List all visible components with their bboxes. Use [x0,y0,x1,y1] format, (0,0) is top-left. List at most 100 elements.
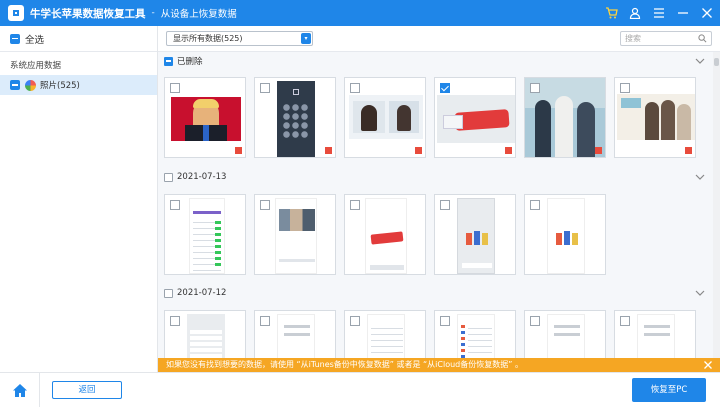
scrollbar-thumb[interactable] [714,58,719,66]
chevron-down-icon[interactable] [695,172,705,182]
search-input[interactable]: 搜索 [620,31,712,46]
search-icon[interactable] [698,34,707,43]
photo-tile[interactable] [254,310,336,358]
tile-checkbox[interactable] [530,83,540,93]
deleted-badge-icon [325,147,332,154]
deleted-badge-icon [595,147,602,154]
chevron-down-icon[interactable] [695,288,705,298]
search-placeholder: 搜索 [625,34,641,43]
filter-value: 显示所有数据(525) [173,34,243,43]
tile-checkbox[interactable] [350,316,360,326]
photo-tile[interactable] [254,77,336,158]
tile-checkbox[interactable] [170,316,180,326]
group-header-2021-07-12[interactable]: 2021-07-12 [164,285,226,301]
partial-check-icon[interactable] [10,80,20,90]
tile-checkbox[interactable] [260,316,270,326]
group-label: 2021-07-12 [177,288,227,298]
photo-thumbnail [547,314,585,358]
photo-thumbnail [547,198,585,274]
vertical-scrollbar[interactable] [713,52,720,358]
photo-thumbnail [367,314,405,358]
tile-checkbox[interactable] [530,316,540,326]
deleted-badge-icon [235,147,242,154]
close-icon[interactable] [700,6,714,20]
photo-tile[interactable] [524,194,606,275]
tile-checkbox[interactable] [170,83,180,93]
window-subtitle: 从设备上恢复数据 [160,9,237,20]
menu-icon[interactable] [652,6,666,20]
photo-thumbnail [617,94,695,140]
tile-checkbox[interactable] [620,83,630,93]
photo-tile[interactable] [524,310,606,358]
deleted-badge-icon [685,147,692,154]
photo-tile[interactable] [614,77,696,158]
group-label: 2021-07-13 [177,172,227,182]
tile-checkbox[interactable] [350,200,360,210]
group-checkbox[interactable] [164,288,173,298]
footer: 返回 恢复至PC [0,372,720,407]
tile-checkbox[interactable] [350,83,360,93]
photo-tile[interactable] [434,77,516,158]
chevron-down-icon[interactable] [695,56,705,66]
photo-tile[interactable] [344,310,426,358]
notice-bar: 如果您没有找到想要的数据，请使用 “从iTunes备份中恢复数据” 或者是 “从… [158,358,720,372]
title-separator: - [151,8,155,18]
group-checkbox[interactable] [164,56,173,66]
sidebar-item-photos[interactable]: 照片(525) [0,75,157,95]
cart-icon[interactable] [604,6,618,20]
sidebar-section-title: 系统应用数据 [10,61,62,71]
photo-tile[interactable] [344,194,426,275]
sidebar-item-label: 照片(525) [40,81,80,91]
photo-thumbnail [171,97,241,141]
photo-tile[interactable] [434,310,516,358]
group-checkbox[interactable] [164,172,173,182]
deleted-badge-icon [505,147,512,154]
photo-tile[interactable] [344,77,426,158]
tile-checkbox[interactable] [440,200,450,210]
group-header-deleted[interactable]: 已删除 [164,53,203,69]
tile-checkbox[interactable] [440,316,450,326]
close-icon[interactable] [703,360,713,370]
recover-to-pc-button[interactable]: 恢复至PC [632,378,706,402]
photo-tile[interactable] [164,77,246,158]
group-header-2021-07-13[interactable]: 2021-07-13 [164,169,226,185]
dropdown-arrow-icon[interactable]: ▾ [301,33,311,44]
tile-checkbox[interactable] [620,316,630,326]
tile-checkbox[interactable] [260,83,270,93]
tile-checkbox[interactable] [260,200,270,210]
home-button[interactable] [0,373,40,407]
content-toolbar: 显示所有数据(525) ▾ 搜索 [158,26,720,52]
photo-tile[interactable] [434,194,516,275]
photo-thumbnail [187,314,225,358]
title-bar: 牛学长苹果数据恢复工具 - 从设备上恢复数据 [0,0,720,26]
photo-thumbnail [275,198,317,274]
back-button[interactable]: 返回 [52,381,122,399]
photo-tile[interactable] [524,77,606,158]
photo-tile[interactable] [164,194,246,275]
home-icon[interactable] [12,383,28,398]
photo-tile[interactable] [614,310,696,358]
deleted-badge-icon [415,147,422,154]
minimize-icon[interactable] [676,6,690,20]
photo-tile[interactable] [254,194,336,275]
tile-checkbox[interactable] [170,200,180,210]
user-icon[interactable] [628,6,642,20]
photo-thumbnail [277,314,315,358]
select-all-label: 全选 [25,34,45,46]
photo-grid: 已删除 2021-07-13 2021-07-12 [158,52,713,358]
photos-icon [25,79,36,91]
photo-thumbnail [349,95,423,139]
photo-thumbnail [277,81,315,157]
tile-checkbox[interactable] [440,83,450,93]
filter-dropdown[interactable]: 显示所有数据(525) ▾ [166,31,313,46]
group-label: 已删除 [177,57,203,67]
partial-check-icon[interactable] [10,33,20,44]
app-title: 牛学长苹果数据恢复工具 [30,7,146,20]
photo-thumbnail [365,198,407,274]
photo-thumbnail [637,314,675,358]
tile-checkbox[interactable] [530,200,540,210]
photo-tile[interactable] [164,310,246,358]
photo-thumbnail [189,198,225,274]
select-all-checkbox[interactable]: 全选 [0,26,157,52]
photo-thumbnail [457,198,495,274]
